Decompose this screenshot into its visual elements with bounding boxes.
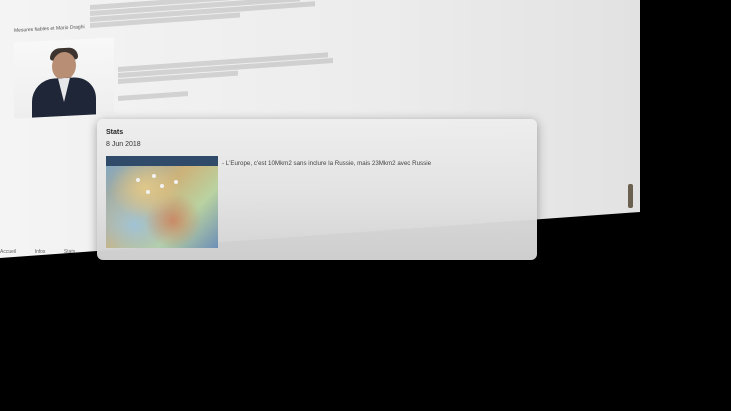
card-description: - L'Europe, c'est 10Mkm2 sans inclure la… (222, 160, 432, 167)
author-caption: Mesures fiables et Mario Draghi (14, 24, 85, 34)
footer-item[interactable]: Infos (35, 249, 46, 255)
card-title: Stats (106, 129, 124, 136)
background-paragraph-mid (118, 51, 338, 102)
background-paragraph-top (90, 0, 330, 29)
footer-item[interactable]: Stats (64, 249, 75, 255)
portrait-photo (14, 37, 114, 119)
footer-item[interactable]: Accueil (0, 249, 16, 255)
stats-card[interactable]: Stats 8 Jun 2018 - L'Europe, c'est 10Mkm… (97, 119, 537, 260)
map-thumbnail-image[interactable] (106, 156, 218, 248)
card-date: 8 Jun 2018 (106, 141, 141, 148)
scroll-marker-icon (628, 184, 633, 208)
